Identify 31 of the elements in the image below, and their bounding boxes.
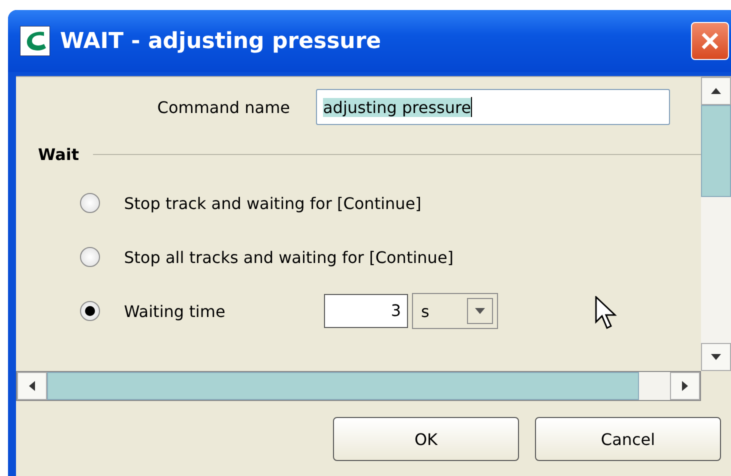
caret-icon [474, 307, 486, 315]
right-arrow-icon [681, 380, 689, 392]
field-label: Command name [156, 98, 290, 116]
option-label: Waiting time [124, 302, 226, 320]
dialog-button[interactable]: OK [333, 417, 519, 461]
scroll-right-button[interactable] [670, 372, 700, 400]
option-label: Stop all tracks and waiting for [Continue] [124, 248, 454, 266]
radio-button[interactable] [80, 301, 100, 321]
vertical-scrollbar[interactable] [701, 77, 731, 371]
app-icon [20, 26, 50, 56]
radio-button[interactable] [80, 247, 100, 267]
close-icon [699, 30, 721, 52]
option-label: Stop track and waiting for [Continue] [124, 194, 422, 212]
radio-button[interactable] [80, 193, 100, 213]
dialog-button[interactable]: Cancel [535, 417, 721, 461]
scroll-left-button[interactable] [17, 372, 47, 400]
scroll-thumb[interactable] [701, 105, 731, 197]
unit-dropdown[interactable]: s [412, 293, 498, 329]
scroll-thumb[interactable] [47, 372, 639, 400]
command-name-field[interactable]: adjusting pressure [316, 89, 670, 125]
horizontal-scrollbar[interactable] [16, 371, 701, 401]
scroll-down-button[interactable] [701, 343, 731, 371]
window-title: WAIT - adjusting pressure [60, 28, 382, 54]
scroll-up-button[interactable] [701, 77, 731, 105]
up-arrow-icon [710, 87, 722, 95]
section-title: Wait [38, 145, 80, 164]
mouse-pointer-icon [595, 296, 617, 330]
waiting-time-field[interactable]: 3 [324, 294, 408, 328]
down-arrow-icon [710, 353, 722, 361]
left-arrow-icon [28, 380, 36, 392]
close-button[interactable] [691, 22, 729, 60]
